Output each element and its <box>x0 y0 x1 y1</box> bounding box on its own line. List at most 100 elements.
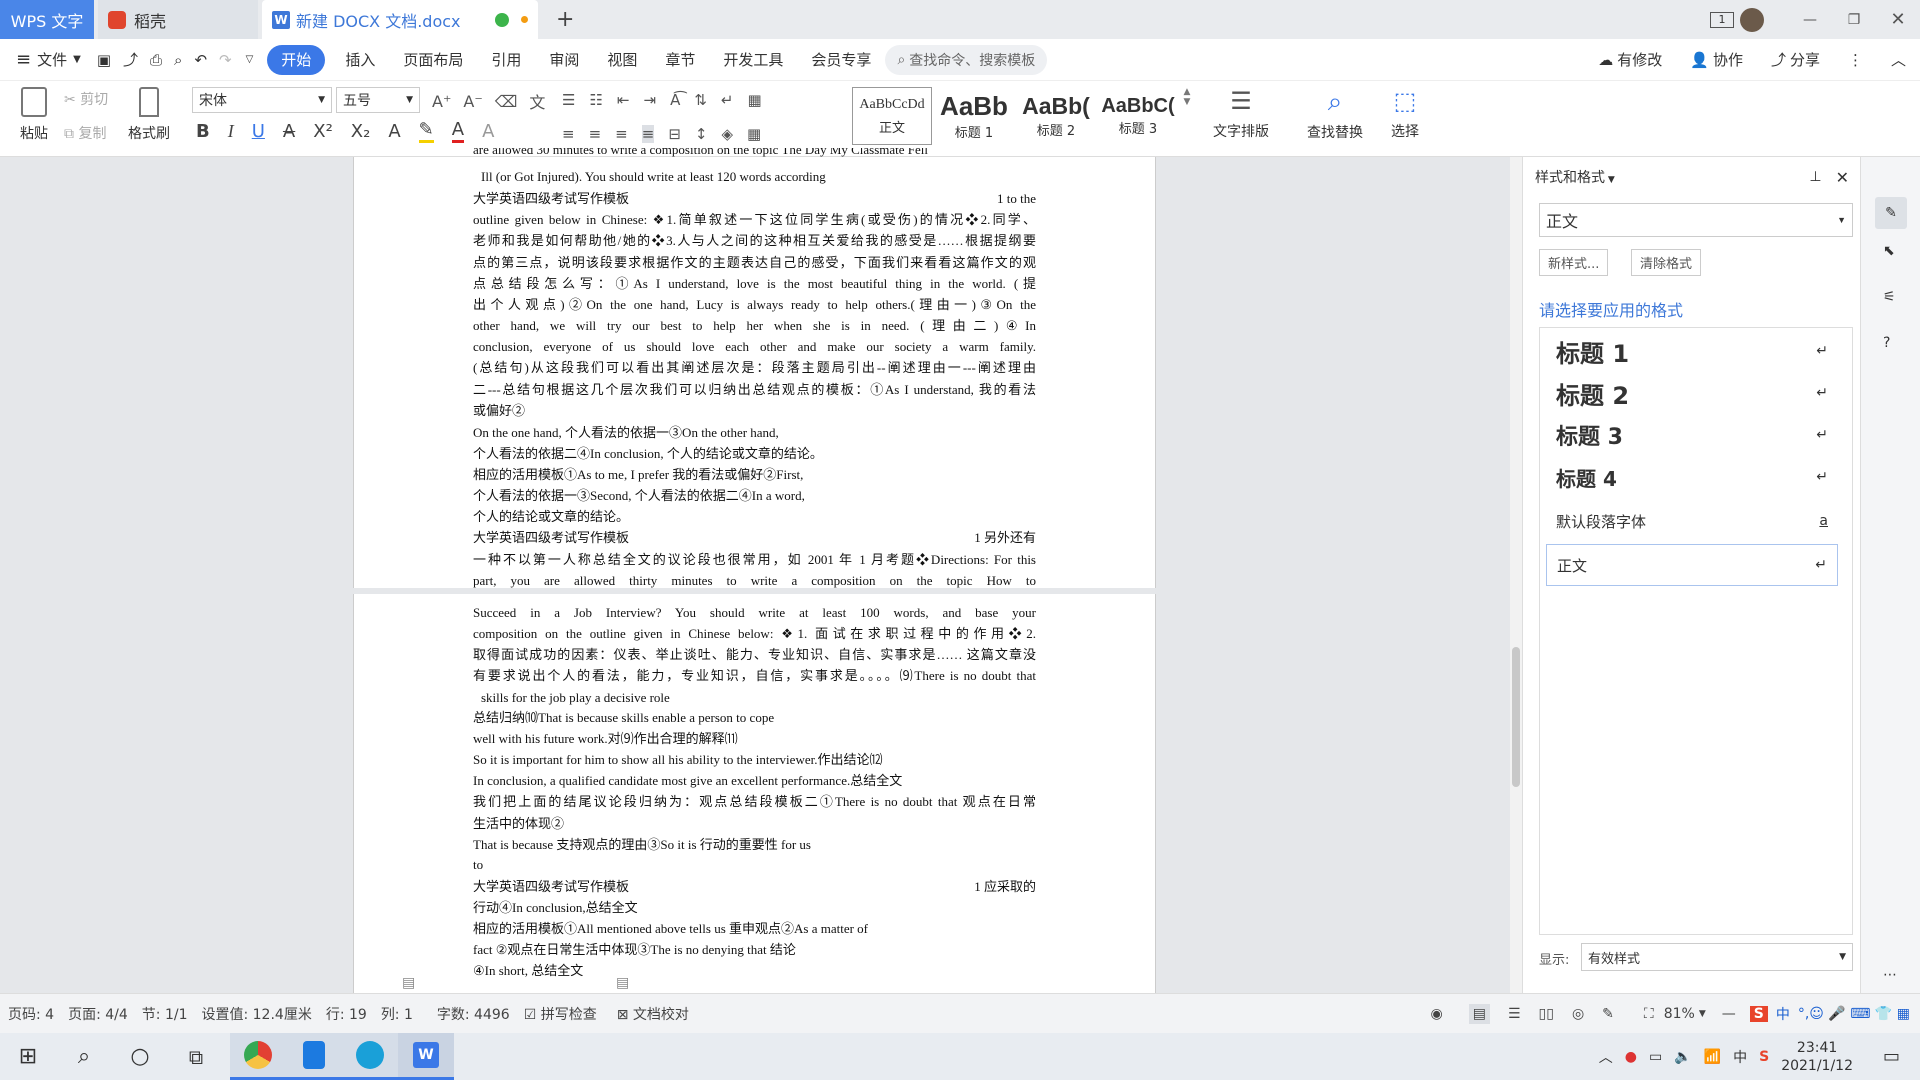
doc-line[interactable]: So it is important for him to show all h… <box>473 750 1036 770</box>
undo-icon[interactable]: ↶ <box>188 45 213 75</box>
scrollbar-thumb[interactable] <box>1512 647 1520 787</box>
find-replace-button[interactable]: ⌕ 查找替换 <box>1296 87 1374 142</box>
tray-app-icon[interactable]: ● <box>1625 1049 1637 1065</box>
doc-line[interactable]: fact ②观点在日常生活中体现③The is no denying that … <box>473 940 1036 960</box>
style-item-heading-1[interactable]: 标题 1 ↵ <box>1546 330 1838 372</box>
taskbar-search-icon[interactable]: ⌕ <box>56 1033 112 1080</box>
increase-indent-icon[interactable]: ⇥ <box>643 91 656 109</box>
outline-view-icon[interactable]: ☰ <box>1508 1006 1521 1022</box>
quick-preview-icon[interactable]: ⌕ <box>168 45 188 75</box>
ime-tray-icon[interactable]: 中 <box>1733 1047 1747 1067</box>
doc-line[interactable]: Ill (or Got Injured). You should write a… <box>473 167 1036 187</box>
clock[interactable]: 23:41 2021/1/12 <box>1781 1039 1853 1075</box>
cortana-icon[interactable]: ○ <box>112 1033 168 1080</box>
justify-icon[interactable]: ≡ <box>641 125 655 143</box>
doc-line[interactable]: 一种不以第一人称总结全文的议论段也很常用，如 2001 年 1 月考题❖Dire… <box>473 550 1036 570</box>
panel-title[interactable]: 样式和格式 ▼ <box>1535 167 1615 187</box>
select-button[interactable]: ⬚ 选择 <box>1380 87 1430 141</box>
doc-line[interactable]: 我们把上面的结尾议论段归纳为：观点总结段模板二①There is no doub… <box>473 792 1036 812</box>
help-icon[interactable]: ? <box>1883 335 1890 351</box>
line-spacing-icon[interactable]: ↕ <box>695 125 708 143</box>
doc-line[interactable]: 行动④In conclusion,总结全文 <box>473 898 1036 918</box>
current-style-select[interactable]: 正文 ▼ <box>1539 203 1853 237</box>
read-view-icon[interactable]: ▯▯ <box>1539 1006 1554 1022</box>
eye-protect-icon[interactable]: ◉ <box>1431 1006 1443 1022</box>
doc-line[interactable]: to <box>473 855 1036 875</box>
clear-format-button[interactable]: 清除格式 <box>1631 249 1702 276</box>
align-center-icon[interactable]: ≡ <box>589 125 602 143</box>
quick-print-icon[interactable]: ⎙ <box>144 45 168 75</box>
zoom-out-button[interactable]: — <box>1722 1006 1736 1022</box>
menu-section[interactable]: 章节 <box>651 45 709 75</box>
doc-line[interactable]: (总结句)从这段我们可以看出其阐述层次是：段落主题局引出--阐述理由一---阐述… <box>473 358 1036 378</box>
windows-start-icon[interactable]: ⊞ <box>0 1033 56 1080</box>
menu-developer[interactable]: 开发工具 <box>709 45 797 75</box>
menu-review[interactable]: 审阅 <box>535 45 593 75</box>
shrink-font-icon[interactable]: A⁻ <box>463 92 482 111</box>
bullet-list-icon[interactable]: ☰ <box>562 91 575 109</box>
wps-taskbar-icon[interactable]: W <box>398 1033 454 1080</box>
doc-line[interactable]: 个人的结论或文章的结论。 <box>473 507 1036 527</box>
doc-line[interactable]: skills for the job play a decisive role <box>473 688 1036 708</box>
style-item-default-font[interactable]: 默认段落字体 a <box>1546 500 1838 542</box>
ime-mode[interactable]: 中 <box>1776 1004 1790 1024</box>
quick-save-icon[interactable]: ▣ <box>91 45 117 75</box>
chinese-layout-icon[interactable]: A͡ <box>670 91 680 109</box>
chrome-taskbar-icon[interactable] <box>230 1033 286 1080</box>
grow-font-icon[interactable]: A⁺ <box>432 92 451 111</box>
status-col[interactable]: 列: 1 <box>381 1004 413 1024</box>
collaborate-button[interactable]: 👤 协作 <box>1676 45 1757 75</box>
battery-icon[interactable]: ▭ <box>1649 1049 1662 1065</box>
decrease-indent-icon[interactable]: ⇤ <box>617 91 630 109</box>
quick-export-icon[interactable]: ⤴ <box>117 45 144 75</box>
doc-line[interactable]: part, you are allowed thirty minutes to … <box>473 571 1036 591</box>
sogou-ime-icon[interactable]: S <box>1749 1005 1768 1022</box>
strikethrough-icon[interactable]: A <box>283 121 295 142</box>
write-mode-icon[interactable]: ✎ <box>1602 1006 1614 1022</box>
superscript-icon[interactable]: X² <box>313 121 333 142</box>
share-button[interactable]: ⤴ 分享 <box>1757 45 1834 75</box>
fit-page-icon[interactable]: ⛶ <box>1644 1006 1654 1022</box>
font-name-select[interactable]: 宋体 ▼ <box>192 87 332 113</box>
select-pointer-icon[interactable]: ⬉ <box>1883 243 1895 259</box>
format-painter-button[interactable]: 格式刷 <box>126 87 172 143</box>
more-options-icon[interactable]: ⋮ <box>1834 45 1877 75</box>
align-left-icon[interactable]: ≡ <box>562 125 575 143</box>
zoom-level[interactable]: 81% <box>1664 1006 1695 1022</box>
doc-line[interactable]: Succeed in a Job Interview? You should w… <box>473 603 1036 623</box>
status-setting[interactable]: 设置值: 12.4厘米 <box>201 1004 311 1024</box>
minimize-button[interactable]: — <box>1788 12 1832 28</box>
doc-line[interactable]: 大学英语四级考试写作模板 1 应采取的 <box>473 877 1036 897</box>
doc-line[interactable]: 有要求说出个人的看法，能力，专业知识，自信，实事求是。。。。⑼There is … <box>473 666 1036 686</box>
char-border-icon[interactable]: A <box>482 121 494 142</box>
style-heading-2[interactable]: AaBb( 标题 2 <box>1016 87 1096 145</box>
doc-line[interactable]: On the one hand, 个人看法的依据一③On the other h… <box>473 423 1036 443</box>
menu-member[interactable]: 会员专享 <box>797 45 885 75</box>
numbered-list-icon[interactable]: ☷ <box>589 91 602 109</box>
clipboard-float-icon[interactable]: ▤ <box>616 975 629 991</box>
style-heading-1[interactable]: AaBb 标题 1 <box>934 87 1014 145</box>
show-filter-select[interactable]: 有效样式 ▼ <box>1581 943 1853 971</box>
doc-line[interactable]: outline given below in Chinese: ❖1.简单叙述一… <box>473 210 1036 230</box>
menu-page-layout[interactable]: 页面布局 <box>389 45 477 75</box>
menu-home[interactable]: 开始 <box>267 44 326 75</box>
proofread-button[interactable]: ⊠ 文档校对 <box>617 1004 689 1024</box>
status-section[interactable]: 节: 1/1 <box>142 1004 188 1024</box>
doc-line[interactable]: 相应的活用模板①As to me, I prefer 我的看法或偏好②First… <box>473 465 1036 485</box>
font-size-select[interactable]: 五号 ▼ <box>336 87 420 113</box>
doc-line[interactable]: 生活中的体现② <box>473 814 1036 834</box>
menu-insert[interactable]: 插入 <box>331 45 389 75</box>
web-view-icon[interactable]: ◎ <box>1572 1006 1584 1022</box>
adjust-icon[interactable]: ⚟ <box>1883 289 1896 305</box>
restore-button[interactable]: ❐ <box>1832 12 1876 28</box>
menu-references[interactable]: 引用 <box>477 45 535 75</box>
command-search-box[interactable]: ⌕ 查找命令、搜索模板 <box>885 44 1048 75</box>
doc-line[interactable]: conclusion, everyone of us should love e… <box>473 337 1036 357</box>
borders-icon[interactable]: ▦ <box>747 125 761 143</box>
notification-icon[interactable]: ▭ <box>1883 1046 1900 1067</box>
style-item-normal[interactable]: 正文 ↵ <box>1546 544 1838 586</box>
user-avatar[interactable] <box>1740 7 1764 32</box>
pin-icon[interactable]: ⊥ <box>1809 169 1821 185</box>
show-marks-icon[interactable]: ↵ <box>721 91 734 109</box>
doc-line[interactable]: 总结归纳⑽That is because skills enable a per… <box>473 708 1036 728</box>
